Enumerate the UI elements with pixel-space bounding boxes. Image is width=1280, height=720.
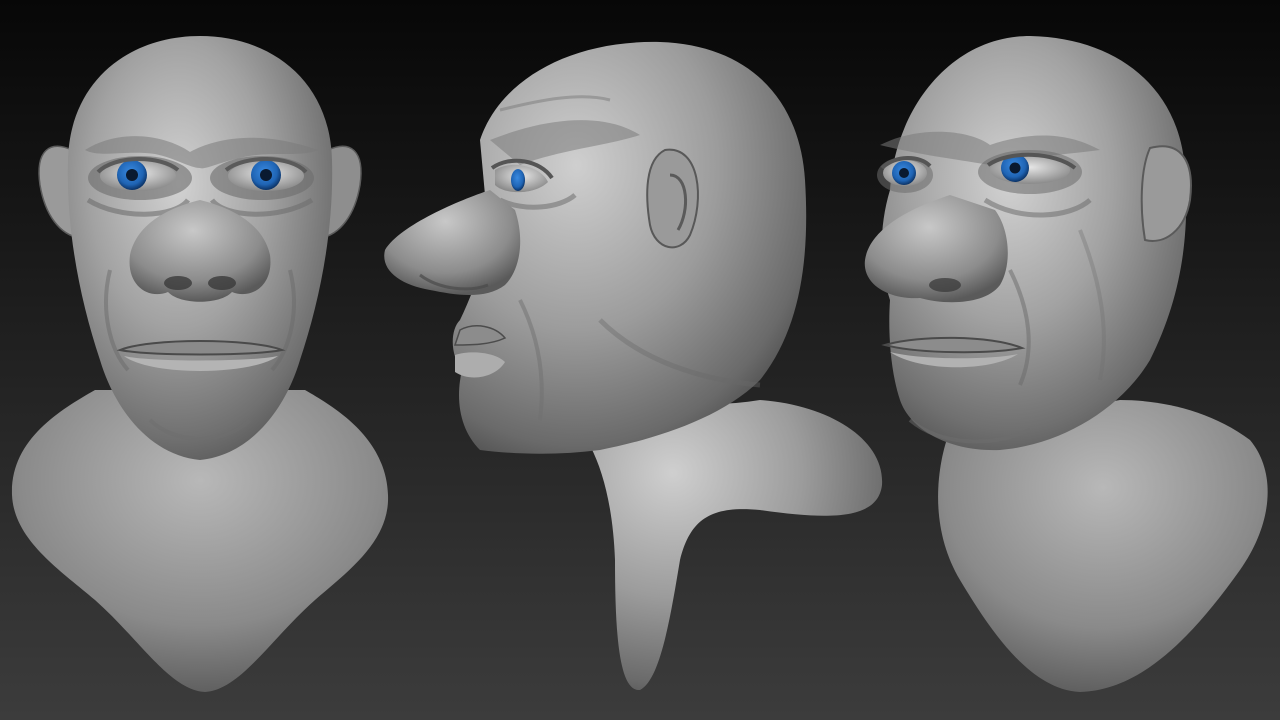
side-view-head (384, 41, 883, 691)
render-viewport (0, 0, 1280, 720)
side-ear (646, 148, 699, 249)
side-nose (384, 190, 521, 295)
three-quarter-view-head (864, 36, 1268, 692)
sculpt-render (11, 36, 1268, 692)
side-iris (511, 169, 525, 191)
front-view-head (11, 36, 389, 692)
